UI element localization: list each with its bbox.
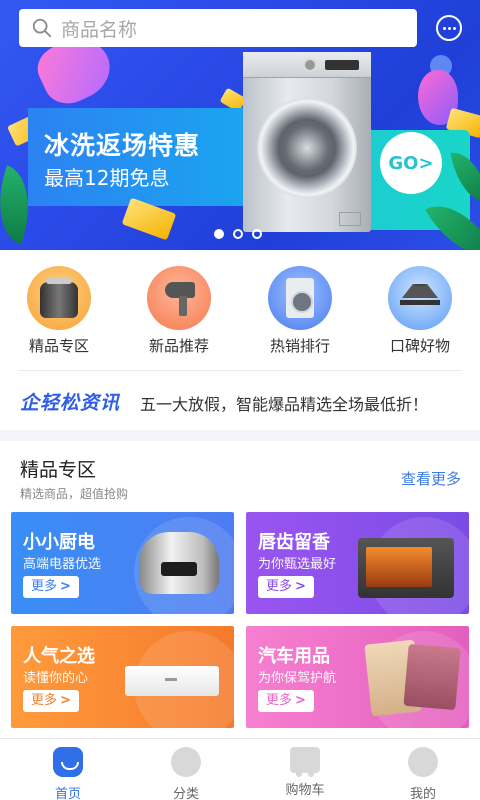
product-card[interactable]: 汽车用品 为你保驾护航 更多 >	[246, 626, 469, 728]
banner-title: 冰洗返场特惠	[44, 131, 201, 160]
hair-dryer-icon	[147, 266, 211, 330]
tab-label: 我的	[409, 787, 436, 800]
carousel-indicator	[214, 229, 262, 239]
chevron-right-icon: >	[295, 693, 306, 708]
oven-image	[358, 538, 454, 598]
tab-home[interactable]: 首页	[28, 747, 108, 800]
washing-machine-icon	[268, 266, 332, 330]
category-label: 新品推荐	[148, 337, 209, 355]
news-ticker[interactable]: 企轻松资讯 五一大放假，智能爆品精选全场最低折！	[0, 370, 480, 430]
category-label: 精品专区	[28, 337, 89, 355]
range-hood-icon	[388, 266, 452, 330]
more-button[interactable]: 更多 >	[23, 690, 79, 712]
section-title: 精品专区	[20, 459, 97, 481]
cart-icon	[290, 747, 320, 777]
product-card-title: 小小厨电	[23, 532, 95, 553]
carousel-dot-active[interactable]	[214, 229, 224, 239]
carousel-dot[interactable]	[252, 229, 262, 239]
more-button[interactable]: 更多 >	[23, 576, 79, 598]
category-item[interactable]: 精品专区	[4, 266, 114, 356]
product-card-subtitle: 高端电器优选	[23, 557, 102, 572]
car-pillow-image	[403, 643, 461, 711]
product-card[interactable]: 小小厨电 高端电器优选 更多 >	[11, 512, 234, 614]
category-item[interactable]: 新品推荐	[124, 266, 234, 356]
more-options-icon[interactable]	[436, 15, 462, 41]
more-button[interactable]: 更多 >	[258, 690, 314, 712]
product-card-title: 唇齿留香	[258, 532, 330, 553]
news-headline[interactable]: 五一大放假，智能爆品精选全场最低折！	[140, 391, 428, 415]
home-icon	[53, 747, 83, 777]
chevron-right-icon: >	[60, 693, 71, 708]
banner-subtitle: 最高12期免息	[44, 166, 170, 190]
chevron-right-icon: >	[60, 579, 71, 594]
tab-label: 购物车	[285, 783, 325, 798]
tab-label: 分类	[172, 787, 199, 800]
search-bar[interactable]: 商品名称	[19, 9, 417, 47]
category-item[interactable]: 口碑好物	[365, 266, 475, 356]
category-icon	[171, 747, 201, 777]
bottom-tab-bar: 首页 分类 购物车 我的	[0, 738, 480, 800]
chevron-right-icon: >	[295, 579, 306, 594]
product-card-subtitle: 为你甄选最好	[258, 557, 337, 572]
rice-cooker-icon	[27, 266, 91, 330]
product-card-title: 人气之选	[23, 646, 95, 667]
tab-category[interactable]: 分类	[146, 747, 226, 800]
product-card[interactable]: 唇齿留香 为你甄选最好 更多 >	[246, 512, 469, 614]
category-grid: 精品专区 新品推荐 热销排行 口碑好物	[0, 250, 480, 370]
air-conditioner-image	[125, 666, 219, 696]
rice-cooker-image	[139, 532, 219, 594]
tab-cart[interactable]: 购物车	[265, 747, 345, 798]
banner-go-button[interactable]: GO>	[380, 132, 442, 194]
product-card-subtitle: 为你保驾护航	[258, 671, 337, 686]
more-button[interactable]: 更多 >	[258, 576, 314, 598]
category-item[interactable]: 热销排行	[245, 266, 355, 356]
product-card-title: 汽车用品	[258, 646, 330, 667]
news-logo: 企轻松资讯	[20, 392, 121, 414]
search-placeholder: 商品名称	[61, 18, 138, 41]
carousel-dot[interactable]	[233, 229, 243, 239]
tab-profile[interactable]: 我的	[383, 747, 463, 800]
category-label: 口碑好物	[389, 337, 450, 355]
see-more-link[interactable]: 查看更多	[401, 468, 461, 489]
search-icon	[32, 18, 52, 38]
product-card-subtitle: 读懂你的心	[23, 671, 89, 686]
tab-label: 首页	[54, 787, 81, 800]
product-card[interactable]: 人气之选 读懂你的心 更多 >	[11, 626, 234, 728]
app-screen: 冰洗返场特惠 最高12期免息 GO> 商品名称 精品专区 新品推荐 热销排行 口…	[0, 0, 480, 800]
section-subtitle: 精选商品，超值抢购	[20, 487, 129, 501]
user-icon	[408, 747, 438, 777]
category-label: 热销排行	[269, 337, 330, 355]
promo-banner[interactable]: 冰洗返场特惠 最高12期免息 GO> 商品名称	[0, 0, 480, 250]
washing-machine-image	[243, 52, 371, 232]
